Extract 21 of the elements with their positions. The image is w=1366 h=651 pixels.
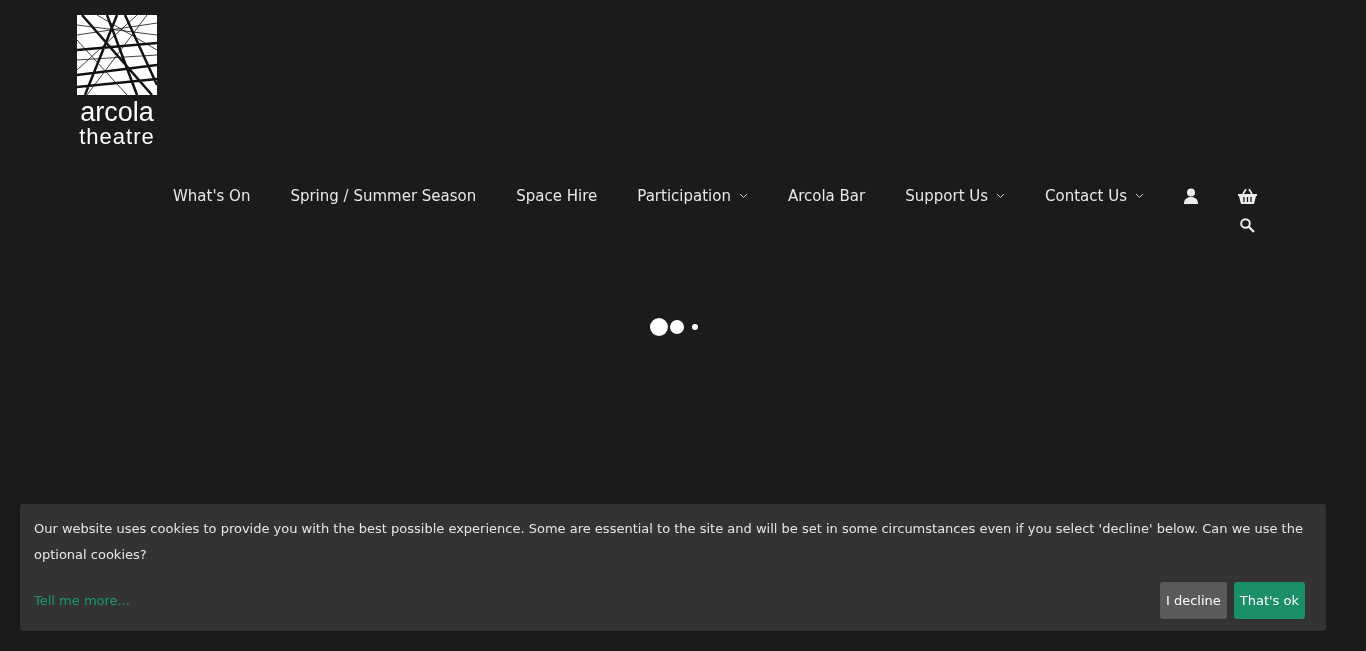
nav-link[interactable]: Participation [637, 187, 748, 205]
theatre-logo[interactable]: arcola theatre [77, 15, 157, 148]
nav-link[interactable]: Space Hire [516, 187, 598, 205]
nav-link[interactable]: Contact Us [1045, 187, 1144, 205]
nav-link[interactable]: Spring / Summer Season [290, 187, 477, 205]
chevron-down-icon [738, 193, 748, 199]
chevron-down-icon [1135, 193, 1144, 199]
accept-button[interactable]: That's ok [1233, 582, 1305, 619]
basket-icon[interactable] [1238, 188, 1257, 204]
logo-lines-icon [77, 15, 157, 95]
nav-link[interactable]: Support Us [905, 187, 1006, 205]
chevron-down-icon [996, 193, 1006, 199]
user-icon[interactable] [1184, 188, 1198, 204]
logo-text: theatre [79, 126, 155, 148]
tell-me-more-link[interactable]: Tell me more... [34, 593, 130, 608]
search-icon[interactable] [1240, 218, 1255, 233]
logo-text: arcola [80, 99, 154, 126]
decline-button[interactable]: I decline [1159, 582, 1227, 619]
cookie-message: Our website uses cookies to provide you with the best possible experience. Some are essential to the site and will be set in some circumstances even if you select 'decline' below. Can we use the optional cookies? [34, 520, 1304, 564]
nav-link[interactable]: Arcola Bar [787, 187, 866, 205]
nav-link[interactable]: What's On [172, 187, 251, 205]
